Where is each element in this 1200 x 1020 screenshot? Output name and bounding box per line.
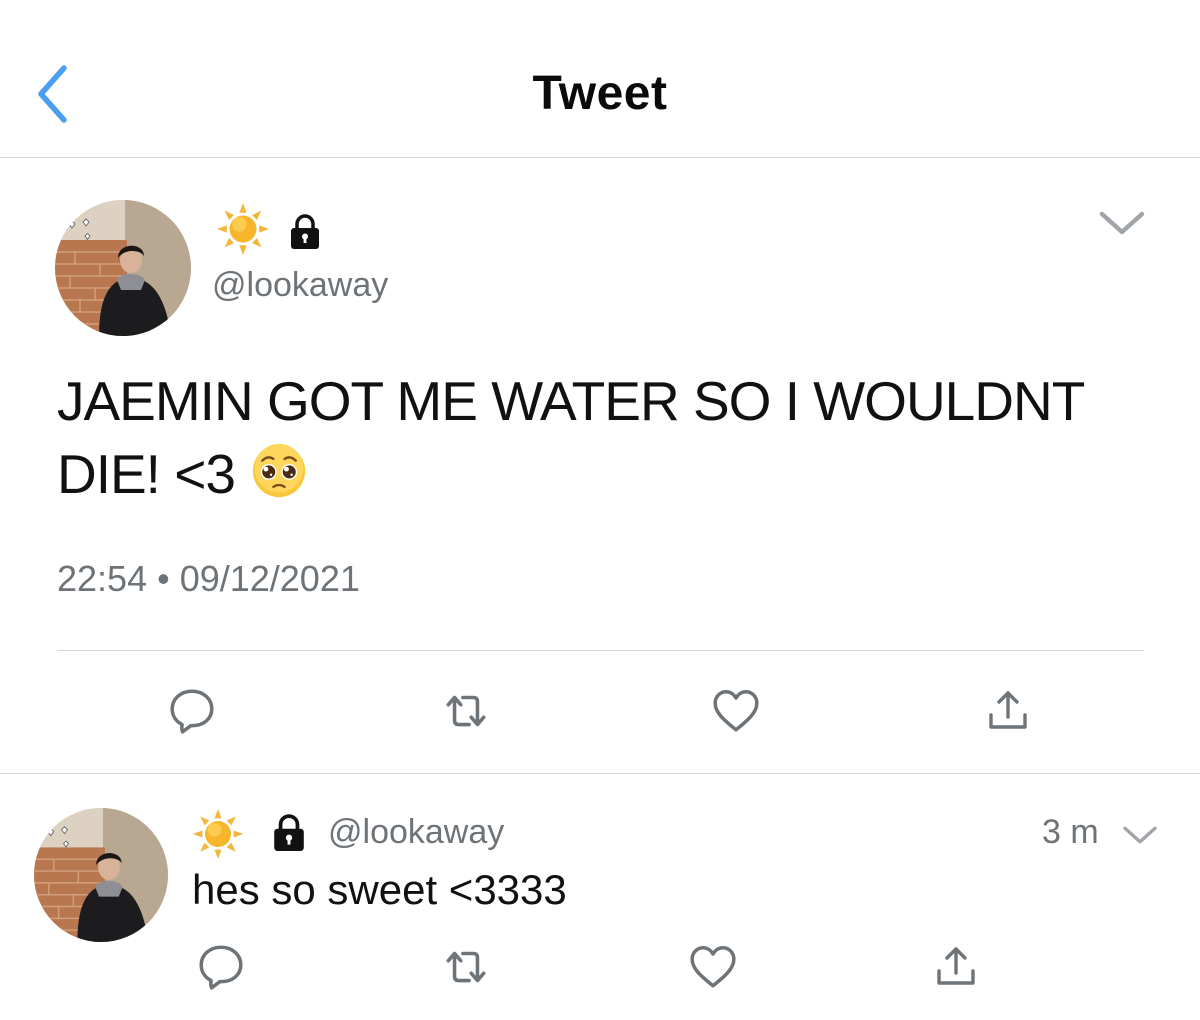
like-button[interactable] [710,686,762,736]
sun-emoji-icon [216,202,270,256]
chevron-down-icon[interactable] [1098,206,1146,240]
share-icon [984,686,1032,736]
reply-icon [196,942,246,992]
share-icon [932,942,980,992]
chevron-down-icon[interactable] [1122,822,1158,848]
reply-avatar[interactable] [34,808,168,942]
like-icon [687,942,739,992]
tweet-text: JAEMIN GOT ME WATER SO I WOULDNT DIE! <3 [57,365,1167,511]
divider [57,650,1144,651]
pleading-face-emoji-icon [251,443,307,499]
page-title: Tweet [532,67,668,120]
avatar[interactable] [55,200,191,336]
reply-text: hes so sweet <3333 [192,866,567,913]
reply-time: 3 m [1042,813,1099,851]
lock-icon [270,814,308,852]
divider [0,773,1200,774]
reply-icon [167,686,217,736]
reply-reply-button[interactable] [196,942,246,992]
tweet-text-body: JAEMIN GOT ME WATER SO I WOULDNT DIE! <3 [57,370,1084,505]
retweet-icon [441,942,491,992]
retweet-button[interactable] [441,686,491,736]
reply-like-button[interactable] [687,942,739,992]
tweet-timestamp: 22:54 • 09/12/2021 [57,558,360,599]
reply-author-handle[interactable]: @lookaway [328,813,504,852]
reply-share-button[interactable] [932,942,980,992]
retweet-icon [441,686,491,736]
lock-icon [287,214,323,250]
like-icon [710,686,762,736]
reply-retweet-button[interactable] [441,942,491,992]
reply-button[interactable] [167,686,217,736]
author-handle[interactable]: @lookaway [212,266,388,305]
share-button[interactable] [984,686,1032,736]
sun-emoji-icon [192,808,244,860]
